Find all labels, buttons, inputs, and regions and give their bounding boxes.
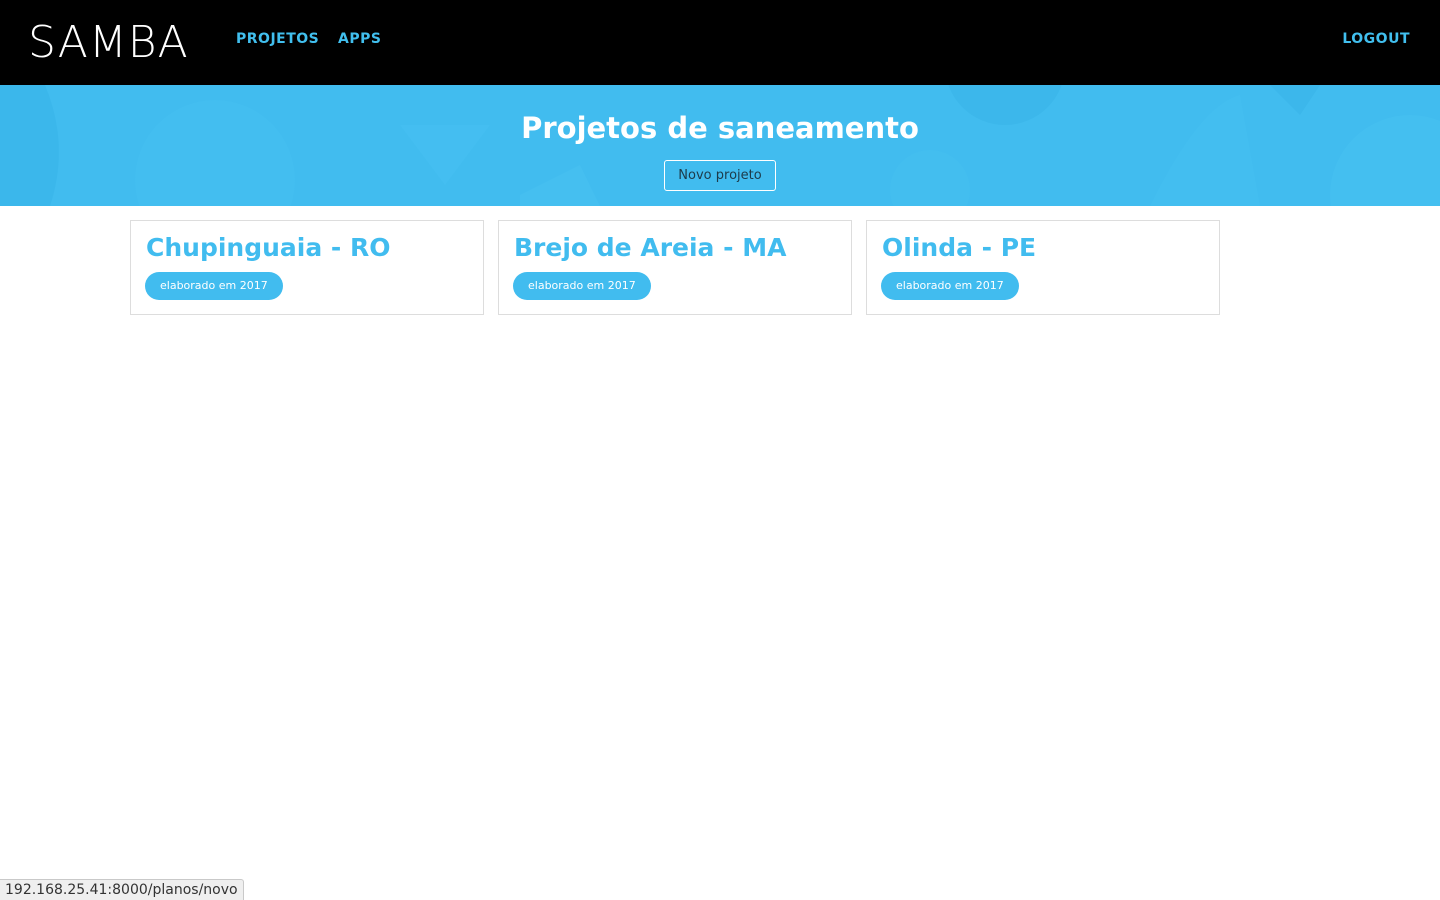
project-card[interactable]: Olinda - PE elaborado em 2017 [866, 220, 1220, 315]
project-title[interactable]: Olinda - PE [882, 231, 1036, 265]
project-card[interactable]: Brejo de Areia - MA elaborado em 2017 [498, 220, 852, 315]
samba-logo[interactable]: SAMBA [28, 14, 189, 72]
browser-status-url: 192.168.25.41:8000/planos/novo [0, 879, 244, 900]
nav-projetos-link[interactable]: PROJETOS [236, 31, 319, 47]
year-badge: elaborado em 2017 [145, 272, 283, 300]
year-badge: elaborado em 2017 [513, 272, 651, 300]
top-navbar: SAMBA PROJETOS APPS LOGOUT [0, 0, 1440, 85]
new-project-button[interactable]: Novo projeto [664, 160, 776, 191]
page-title: Projetos de saneamento [521, 111, 919, 145]
nav-apps-link[interactable]: APPS [338, 31, 381, 47]
hero-banner: Projetos de saneamento Novo projeto [0, 85, 1440, 206]
logout-link[interactable]: LOGOUT [1342, 31, 1410, 47]
project-title[interactable]: Brejo de Areia - MA [514, 231, 786, 265]
year-badge: elaborado em 2017 [881, 272, 1019, 300]
project-title[interactable]: Chupinguaia - RO [146, 231, 391, 265]
project-card[interactable]: Chupinguaia - RO elaborado em 2017 [130, 220, 484, 315]
